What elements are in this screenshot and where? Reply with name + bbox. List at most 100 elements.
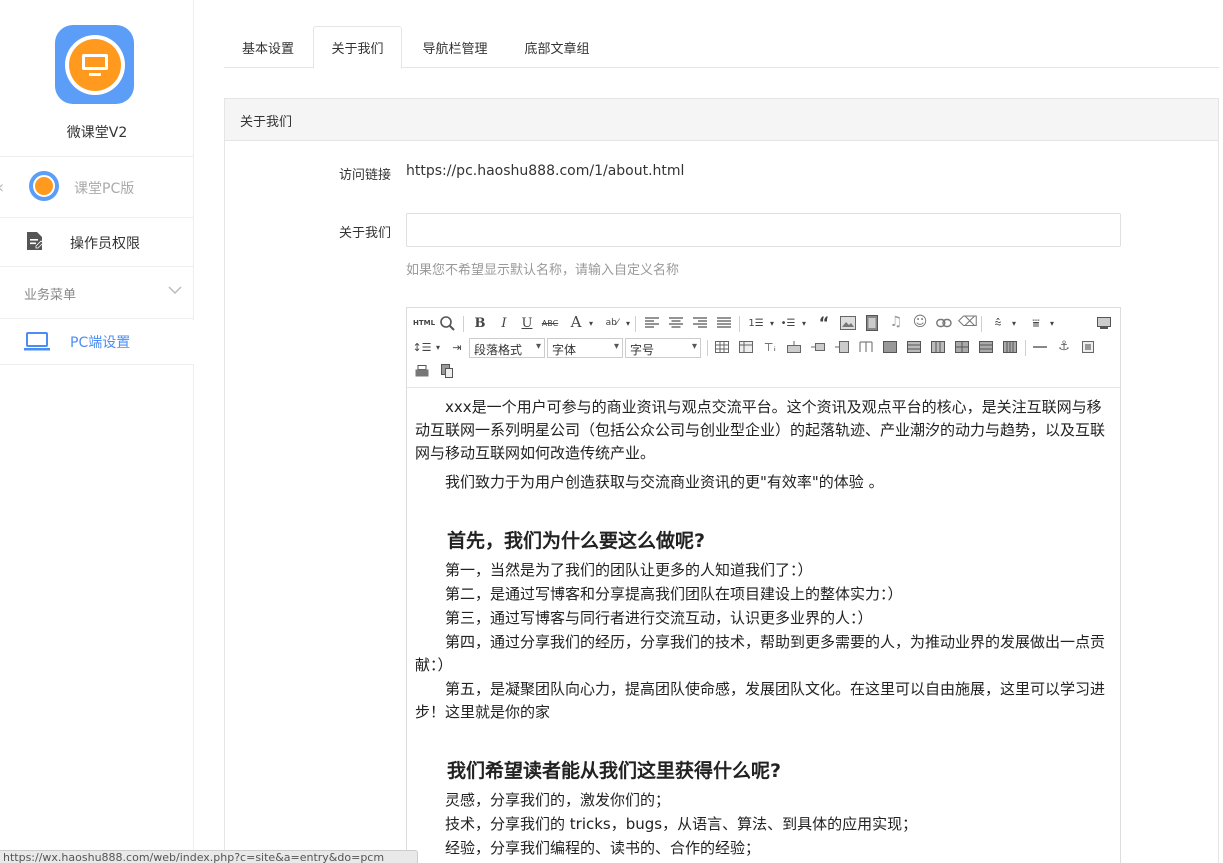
sidebar: 微课堂V2 ‹ 课堂PC版 操作员权限 业务菜单 bbox=[0, 0, 194, 863]
split-rows-icon[interactable] bbox=[977, 338, 995, 356]
editor-content[interactable]: xxx是一个用户可参与的商业资讯与观点交流平台。这个资讯及观点平台的核心，是关注… bbox=[407, 388, 1120, 863]
back-label: 课堂PC版 bbox=[74, 181, 135, 197]
font-size-select[interactable]: 字号 bbox=[625, 338, 701, 358]
editor-toolbar: HTML B I U ABC A ▾ ab⁄ ▾ 1☰ ▾ •☰ ▾ “ ♫ ☺… bbox=[407, 308, 1120, 388]
app-name: 微课堂V2 bbox=[66, 125, 128, 141]
merge-down-icon[interactable] bbox=[929, 338, 947, 356]
indent-icon[interactable]: ⇥ bbox=[448, 338, 466, 356]
content-heading: 首先，我们为什么要这么做呢? bbox=[447, 530, 706, 552]
insert-frame-icon[interactable] bbox=[1079, 338, 1097, 356]
content-paragraph: xxx是一个用户可参与的商业资讯与观点交流平台。这个资讯及观点平台的核心，是关注… bbox=[415, 398, 1106, 462]
anchor-icon[interactable]: ⚓ bbox=[1055, 337, 1073, 355]
panel-title: 关于我们 bbox=[225, 99, 1218, 141]
split-cols-icon[interactable] bbox=[1001, 338, 1019, 356]
chevron-down-icon bbox=[168, 286, 182, 295]
delete-col-icon[interactable] bbox=[857, 338, 875, 356]
about-label: 关于我们 bbox=[338, 226, 391, 241]
preview-icon[interactable] bbox=[438, 314, 456, 332]
sidebar-item-permissions[interactable]: 操作员权限 bbox=[0, 218, 194, 266]
chevron-down-icon[interactable]: ▾ bbox=[1043, 314, 1061, 332]
content-paragraph: 第三，通过写博客与同行者进行交流互动，认识更多业界的人：） bbox=[445, 609, 873, 627]
content-paragraph: 第二，是通过写博客和分享提高我们团队在项目建设上的整体实力：） bbox=[445, 585, 903, 603]
italic-icon[interactable]: I bbox=[495, 314, 513, 332]
merge-right-icon[interactable] bbox=[905, 338, 923, 356]
access-link-value[interactable]: https://pc.haoshu888.com/1/about.html bbox=[406, 163, 684, 179]
chevron-left-icon: ‹ bbox=[0, 177, 4, 198]
content-heading: 我们希望读者能从我们这里获得什么呢? bbox=[447, 760, 782, 782]
fullscreen-icon[interactable] bbox=[1095, 314, 1113, 332]
content-paragraph: 第四，通过分享我们的经历，分享我们的技术，帮助到更多需要的人，为推动业界的发展做… bbox=[415, 633, 1106, 674]
tab-about-us[interactable]: 关于我们 bbox=[313, 26, 402, 69]
content-paragraph: 我们致力于为用户创造获取与交流商业资讯的更"有效率"的体验 。 bbox=[445, 473, 884, 491]
tab-nav-management[interactable]: 导航栏管理 bbox=[402, 26, 508, 68]
delete-row-icon[interactable] bbox=[809, 338, 827, 356]
align-center-icon[interactable] bbox=[667, 314, 685, 332]
insert-caption-icon[interactable]: ⊤ꜟ bbox=[761, 338, 779, 356]
sidebar-item-label: PC端设置 bbox=[70, 335, 131, 351]
strikethrough-icon[interactable]: ABC bbox=[541, 314, 559, 332]
laptop-icon bbox=[24, 332, 50, 351]
rich-text-editor: HTML B I U ABC A ▾ ab⁄ ▾ 1☰ ▾ •☰ ▾ “ ♫ ☺… bbox=[406, 307, 1121, 863]
content-paragraph: 第五，是凝聚团队向心力，提高团队使命感，发展团队文化。在这里可以自由施展，这里可… bbox=[415, 680, 1106, 721]
content-paragraph: 灵感，分享我们的，激发你们的； bbox=[445, 791, 671, 809]
divider bbox=[0, 156, 194, 157]
content-paragraph: 经验，分享我们编程的、读书的、合作的经验； bbox=[445, 839, 761, 857]
business-menu-label: 业务菜单 bbox=[24, 288, 77, 303]
divider bbox=[707, 340, 708, 356]
divider bbox=[0, 266, 194, 267]
content-paragraph: 技术，分享我们的 tricks，bugs，从语言、算法、到具体的应用实现； bbox=[445, 815, 918, 833]
document-edit-icon bbox=[27, 232, 43, 250]
divider bbox=[0, 318, 194, 319]
video-icon[interactable] bbox=[863, 314, 881, 332]
font-family-select[interactable]: 字体 bbox=[547, 338, 623, 358]
html-source-icon[interactable]: HTML bbox=[413, 314, 435, 332]
main-content: 基本设置 关于我们 导航栏管理 底部文章组 关于我们 访问链接 https://… bbox=[194, 0, 1223, 863]
tab-basic-settings[interactable]: 基本设置 bbox=[224, 26, 312, 68]
split-cells-icon[interactable] bbox=[953, 338, 971, 356]
settings-tabs: 基本设置 关于我们 导航栏管理 底部文章组 bbox=[224, 26, 1219, 69]
insert-row-icon[interactable] bbox=[785, 338, 803, 356]
align-justify-icon[interactable] bbox=[715, 314, 733, 332]
align-right-icon[interactable] bbox=[691, 314, 709, 332]
divider bbox=[0, 364, 194, 365]
horizontal-rule-icon[interactable] bbox=[1031, 338, 1049, 356]
business-menu-toggle[interactable]: 业务菜单 bbox=[0, 268, 194, 318]
divider bbox=[635, 316, 636, 332]
image-icon[interactable] bbox=[839, 314, 857, 332]
divider bbox=[463, 316, 464, 332]
table-props-icon[interactable] bbox=[737, 338, 755, 356]
paragraph-format-select[interactable]: 段落格式 bbox=[469, 338, 545, 358]
blockquote-icon[interactable]: “ bbox=[815, 313, 833, 332]
sidebar-item-label: 操作员权限 bbox=[70, 236, 140, 252]
chevron-down-icon[interactable]: ▾ bbox=[582, 314, 600, 332]
about-panel: 关于我们 访问链接 https://pc.haoshu888.com/1/abo… bbox=[224, 98, 1219, 863]
underline-icon[interactable]: U bbox=[518, 314, 536, 332]
print-icon[interactable] bbox=[413, 362, 431, 380]
sidebar-item-pc-settings[interactable]: PC端设置 bbox=[0, 320, 194, 364]
paste-plain-icon[interactable] bbox=[438, 362, 456, 380]
merge-cells-icon[interactable] bbox=[881, 338, 899, 356]
back-to-pc-module[interactable]: ‹ 课堂PC版 bbox=[0, 166, 194, 208]
insert-table-icon[interactable] bbox=[713, 338, 731, 356]
chevron-down-icon[interactable]: ▾ bbox=[429, 338, 447, 356]
content-paragraph: 第一，当然是为了我们的团队让更多的人知道我们了：） bbox=[445, 561, 813, 579]
eraser-icon[interactable]: ⌫ bbox=[958, 313, 978, 331]
insert-col-icon[interactable] bbox=[833, 338, 851, 356]
align-left-icon[interactable] bbox=[643, 314, 661, 332]
tab-footer-articles[interactable]: 底部文章组 bbox=[508, 26, 606, 68]
browser-status-url: https://wx.haoshu888.com/web/index.php?c… bbox=[0, 850, 418, 863]
app-logo bbox=[55, 25, 134, 104]
chevron-down-icon[interactable]: ▾ bbox=[1005, 314, 1023, 332]
divider bbox=[981, 316, 982, 332]
music-icon[interactable]: ♫ bbox=[887, 313, 905, 331]
chevron-down-icon[interactable]: ▾ bbox=[795, 314, 813, 332]
bold-icon[interactable]: B bbox=[471, 314, 489, 332]
link-icon[interactable] bbox=[935, 314, 953, 332]
app-root: 微课堂V2 ‹ 课堂PC版 操作员权限 业务菜单 bbox=[0, 0, 1223, 863]
about-help-text: 如果您不希望显示默认名称，请输入自定义名称 bbox=[406, 263, 680, 278]
divider bbox=[739, 316, 740, 332]
emoji-icon[interactable]: ☺ bbox=[911, 313, 929, 331]
about-name-input[interactable] bbox=[406, 213, 1121, 247]
